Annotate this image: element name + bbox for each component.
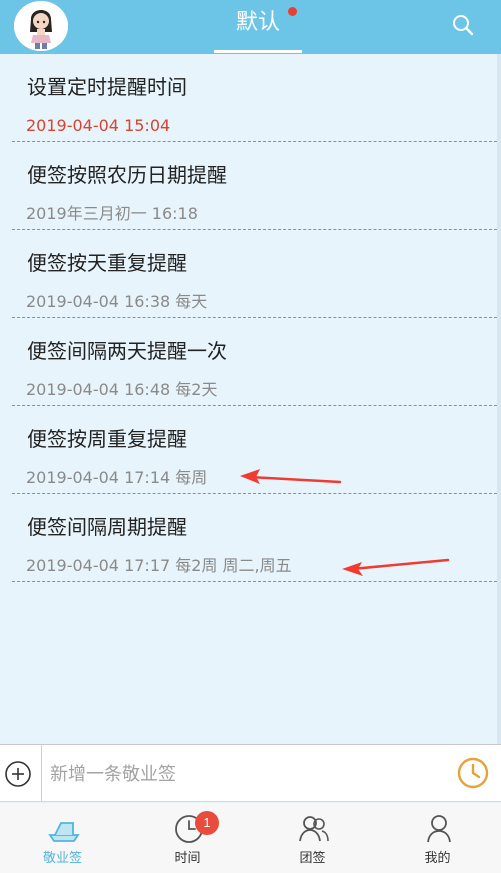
- note-item[interactable]: 便签按天重复提醒 2019-04-04 16:38 每天: [0, 230, 497, 318]
- note-item[interactable]: 设置定时提醒时间 2019-04-04 15:04: [0, 54, 497, 142]
- notification-dot: [288, 7, 297, 16]
- tab-label: 敬业签: [42, 851, 82, 866]
- input-separator: [41, 745, 42, 801]
- note-title: 便签间隔两天提醒一次: [27, 339, 227, 363]
- note-reminder-time: 2019-04-04 16:38 每天: [26, 292, 208, 311]
- bottom-tabbar: 敬业签 时间 1 团签 我的: [0, 803, 501, 873]
- reminder-app: 默认 设置定时提醒时间 2019-04-04 15:04 便签按照农历日期提醒 …: [0, 0, 501, 873]
- note-reminder-time: 2019-04-04 15:04: [26, 116, 171, 135]
- annotation-arrow: [240, 469, 342, 484]
- note-reminder-time: 2019-04-04 17:14 每周: [26, 468, 208, 487]
- tab-label: 团签: [299, 851, 326, 866]
- note-reminder-time: 2019年三月初一 16:18: [26, 204, 198, 223]
- search-icon[interactable]: [451, 13, 475, 37]
- note-title: 便签间隔周期提醒: [27, 515, 187, 539]
- annotation-arrow: [342, 558, 450, 576]
- note-item[interactable]: 便签间隔两天提醒一次 2019-04-04 16:48 每2天: [0, 318, 497, 406]
- reminder-clock-button[interactable]: [456, 756, 490, 790]
- note-divider: [12, 581, 497, 582]
- note-item[interactable]: 便签按照农历日期提醒 2019年三月初一 16:18: [0, 142, 497, 230]
- tab-team[interactable]: 团签: [250, 803, 375, 873]
- scroll-edge: [497, 54, 501, 744]
- team-icon: [298, 813, 330, 845]
- note-reminder-time: 2019-04-04 16:48 每2天: [26, 380, 218, 399]
- top-header: 默认: [0, 0, 501, 54]
- title-underline: [214, 50, 302, 53]
- add-note-button[interactable]: [4, 760, 32, 788]
- user-avatar[interactable]: [14, 1, 68, 51]
- time-badge: 1: [195, 811, 219, 835]
- new-note-bar: [0, 744, 501, 802]
- note-title: 设置定时提醒时间: [27, 75, 187, 99]
- boat-icon: [48, 813, 80, 845]
- note-title: 便签按天重复提醒: [27, 251, 187, 275]
- note-title: 便签按周重复提醒: [27, 427, 187, 451]
- note-list: 设置定时提醒时间 2019-04-04 15:04 便签按照农历日期提醒 201…: [0, 54, 501, 744]
- note-reminder-time: 2019-04-04 17:17 每2周 周二,周五: [26, 556, 292, 575]
- profile-icon: [423, 813, 455, 845]
- tab-label: 时间: [174, 851, 201, 866]
- tab-label: 我的: [424, 851, 451, 866]
- note-title: 便签按照农历日期提醒: [27, 163, 227, 187]
- tab-time[interactable]: 时间: [125, 803, 250, 873]
- new-note-input[interactable]: [50, 759, 440, 789]
- tab-profile[interactable]: 我的: [375, 803, 500, 873]
- tab-notes[interactable]: 敬业签: [0, 803, 125, 873]
